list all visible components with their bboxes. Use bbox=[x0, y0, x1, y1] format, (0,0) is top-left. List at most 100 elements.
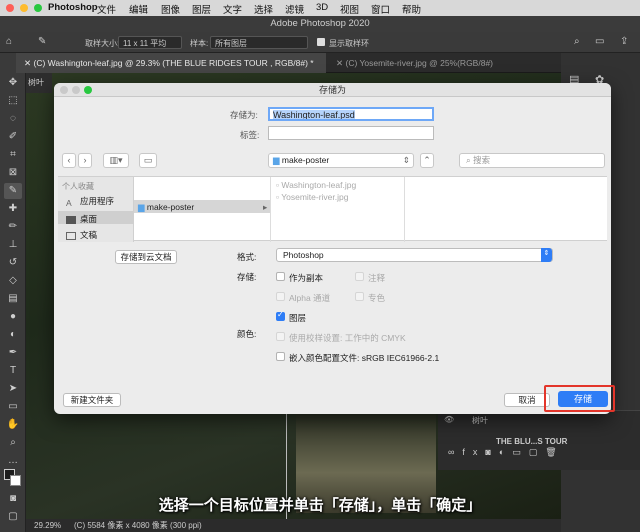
menu-app-name[interactable]: Photoshop bbox=[48, 2, 98, 13]
share-icon[interactable]: ⇪ bbox=[620, 36, 628, 47]
eyedropper-icon[interactable]: ✎ bbox=[38, 36, 46, 47]
forward-button[interactable]: › bbox=[78, 153, 92, 168]
show-ring-label: 显示取样环 bbox=[329, 39, 369, 48]
layer-visibility-icon[interactable]: 👁 bbox=[444, 415, 454, 424]
layer-name[interactable]: 树叶 bbox=[472, 415, 488, 426]
dialog-minimize-button[interactable] bbox=[72, 86, 80, 94]
dialog-close-button[interactable] bbox=[60, 86, 68, 94]
sample-label: 样本: bbox=[190, 39, 209, 48]
tutorial-caption: 选择一个目标位置并单击「存储」，单击「确定」 bbox=[158, 497, 482, 514]
gradient-tool-icon[interactable]: ▤ bbox=[4, 291, 22, 307]
sidebar-item-applications[interactable]: A 应用程序 bbox=[66, 195, 115, 208]
brush-tool-icon[interactable]: ✏ bbox=[4, 219, 22, 235]
sidebar-item-desktop[interactable]: 桌面 bbox=[66, 213, 97, 225]
search-placeholder: 搜索 bbox=[473, 155, 491, 165]
hand-tool-icon[interactable]: ✋ bbox=[4, 417, 22, 433]
healing-tool-icon[interactable]: ✚ bbox=[4, 201, 22, 217]
tags-input[interactable] bbox=[268, 126, 434, 140]
menu-select[interactable]: 选择 bbox=[254, 2, 273, 16]
menu-image[interactable]: 图像 bbox=[161, 2, 180, 16]
search-input[interactable]: ⌕ 搜索 bbox=[459, 153, 605, 168]
layer-actions-icons[interactable]: ∞fx◙◐▭▢🗑 bbox=[448, 447, 565, 458]
view-mode-button[interactable]: ▥▾ bbox=[103, 153, 129, 168]
notes-checkbox[interactable] bbox=[355, 272, 364, 281]
more-tools-icon[interactable]: … bbox=[4, 453, 22, 469]
format-select[interactable]: Photoshop ⇕ bbox=[276, 248, 553, 262]
minimize-window-button[interactable] bbox=[20, 4, 28, 12]
quick-select-tool-icon[interactable]: ✐ bbox=[4, 129, 22, 145]
stamp-tool-icon[interactable]: ⊥ bbox=[4, 237, 22, 253]
alpha-channels-checkbox[interactable] bbox=[276, 292, 285, 301]
filename-input[interactable]: Washington-leaf.psd bbox=[268, 107, 434, 121]
layers-checkbox[interactable] bbox=[276, 310, 285, 321]
as-copy-checkbox[interactable] bbox=[276, 272, 285, 281]
location-select[interactable]: ▆ make-poster ⇕ bbox=[268, 153, 414, 168]
zoom-tool-icon[interactable]: ⌕ bbox=[4, 435, 22, 451]
type-tool-icon[interactable]: T bbox=[4, 363, 22, 379]
eyedropper-tool-icon[interactable]: ✎ bbox=[4, 183, 22, 199]
menu-3d[interactable]: 3D bbox=[316, 2, 328, 13]
new-folder-button[interactable]: 新建文件夹 bbox=[63, 393, 121, 407]
desktop-icon bbox=[66, 215, 76, 224]
move-tool-icon[interactable]: ✥ bbox=[4, 75, 22, 91]
marquee-tool-icon[interactable]: ⬚ bbox=[4, 93, 22, 109]
window-title: Adobe Photoshop 2020 bbox=[0, 16, 640, 32]
sidebar-item-label: 文稿 bbox=[80, 230, 98, 240]
sample-size-label: 取样大小: bbox=[85, 39, 120, 48]
menu-view[interactable]: 视图 bbox=[340, 2, 359, 16]
sidebar-item-label: 桌面 bbox=[80, 214, 98, 224]
search-icon[interactable]: ⌕ bbox=[574, 36, 580, 47]
alpha-channels-label: Alpha 通道 bbox=[289, 293, 331, 303]
sidebar-item-documents[interactable]: 文稿 bbox=[66, 229, 97, 241]
tab-washington-leaf[interactable]: ✕ (C) Washington-leaf.jpg @ 29.3% (THE B… bbox=[16, 53, 326, 73]
workspace-icon[interactable]: ▭ bbox=[595, 36, 604, 47]
menu-help[interactable]: 帮助 bbox=[402, 2, 421, 16]
spot-colors-checkbox[interactable] bbox=[355, 292, 364, 301]
background-color-swatch[interactable] bbox=[10, 475, 21, 486]
pen-tool-icon[interactable]: ✒ bbox=[4, 345, 22, 361]
dodge-tool-icon[interactable]: ◐ bbox=[4, 327, 22, 343]
history-brush-icon[interactable]: ↺ bbox=[4, 255, 22, 271]
sidebar-item-label: 应用程序 bbox=[80, 196, 115, 206]
blur-tool-icon[interactable]: ● bbox=[4, 309, 22, 325]
sample-select[interactable]: 所有图层 bbox=[210, 36, 308, 49]
menu-layer[interactable]: 图层 bbox=[192, 2, 211, 16]
tab-yosemite-river[interactable]: ✕ (C) Yosemite-river.jpg @ 25%(RGB/8#) bbox=[328, 53, 498, 73]
finder-sidebar: 个人收藏 A 应用程序 桌面 文稿 bbox=[58, 177, 134, 242]
menu-edit[interactable]: 编辑 bbox=[129, 2, 148, 16]
zoom-window-button[interactable] bbox=[34, 4, 42, 12]
proof-setup-checkbox[interactable] bbox=[276, 332, 285, 341]
embed-profile-checkbox[interactable] bbox=[276, 352, 285, 361]
menu-file[interactable]: 文件 bbox=[97, 2, 116, 16]
new-folder-icon-button[interactable]: ▭ bbox=[139, 153, 157, 168]
folder-item-make-poster[interactable]: ▆ make-poster bbox=[138, 202, 194, 213]
lasso-tool-icon[interactable]: ◌ bbox=[4, 111, 22, 127]
options-bar: ⌂ ✎ 取样大小: 11 x 11 平均 样本: 所有图层 显示取样环 ⌕ ▭ … bbox=[0, 32, 640, 53]
path-select-tool-icon[interactable]: ➤ bbox=[4, 381, 22, 397]
menu-window[interactable]: 窗口 bbox=[371, 2, 390, 16]
show-ring-checkbox[interactable] bbox=[317, 38, 325, 46]
tools-panel: ✥ ⬚ ◌ ✐ ⌗ ⊠ ✎ ✚ ✏ ⊥ ↺ ◇ ▤ ● ◐ ✒ T ➤ ▭ ✋ … bbox=[0, 53, 26, 532]
shape-tool-icon[interactable]: ▭ bbox=[4, 399, 22, 415]
zoom-level[interactable]: 29.29% bbox=[34, 519, 61, 532]
dialog-zoom-button[interactable] bbox=[84, 86, 92, 94]
tags-label: 标签: bbox=[240, 130, 260, 140]
frame-tool-icon[interactable]: ⊠ bbox=[4, 165, 22, 181]
tab-label: (C) Yosemite-river.jpg @ 25%(RGB/8#) bbox=[345, 58, 493, 68]
back-button[interactable]: ‹ bbox=[62, 153, 76, 168]
collapse-button[interactable]: ⌃ bbox=[420, 153, 434, 168]
crop-tool-icon[interactable]: ⌗ bbox=[4, 147, 22, 163]
home-icon[interactable]: ⌂ bbox=[6, 36, 12, 47]
save-button-highlight bbox=[544, 385, 615, 412]
filename-value: Washington-leaf.psd bbox=[273, 110, 355, 120]
sample-size-select[interactable]: 11 x 11 平均 bbox=[118, 36, 182, 49]
menu-filter[interactable]: 滤镜 bbox=[285, 2, 304, 16]
eraser-tool-icon[interactable]: ◇ bbox=[4, 273, 22, 289]
save-options-label: 存储: bbox=[237, 272, 257, 282]
layer-name[interactable]: THE BLU...S TOUR bbox=[496, 437, 567, 446]
save-to-cloud-button[interactable]: 存储到云文档 bbox=[115, 250, 177, 264]
column-divider bbox=[404, 177, 405, 242]
location-value: make-poster bbox=[281, 155, 330, 165]
menu-type[interactable]: 文字 bbox=[223, 2, 242, 16]
close-window-button[interactable] bbox=[6, 4, 14, 12]
